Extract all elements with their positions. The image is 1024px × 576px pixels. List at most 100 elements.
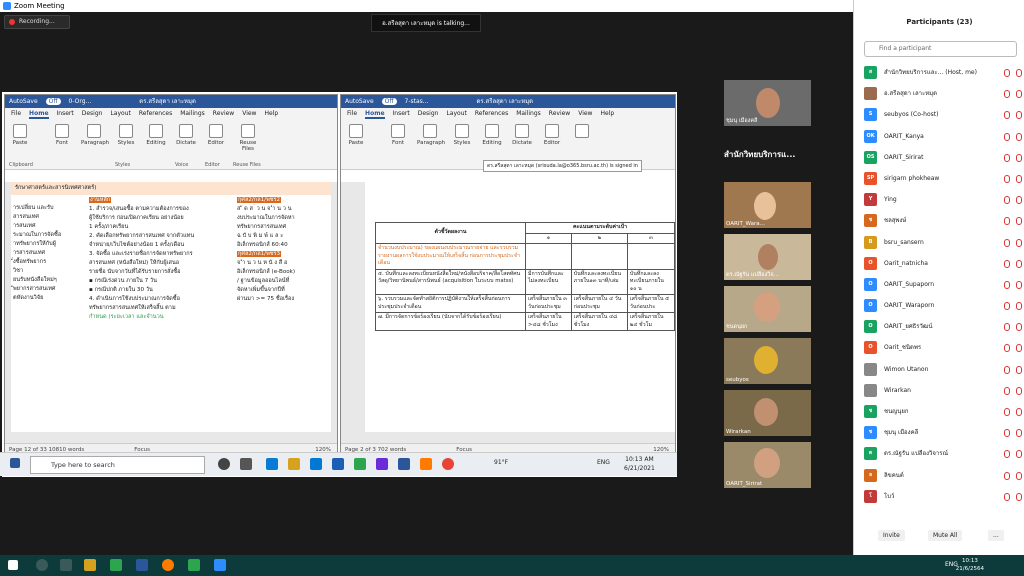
paragraph-button[interactable]: Paragraph xyxy=(81,124,109,146)
tab-mailings[interactable]: Mailings xyxy=(180,110,205,117)
participant-row[interactable]: O OARIT_ยศธิรวัฒน์ xyxy=(864,316,1024,337)
participant-row[interactable]: O OARIT_Supaporn xyxy=(864,274,1024,295)
video-tile[interactable]: ชนดนุยก xyxy=(724,286,811,332)
paste-button[interactable]: Paste xyxy=(343,124,369,146)
participant-row[interactable]: ล ลิขคนต์ xyxy=(864,465,1024,486)
participant-row[interactable]: Y Ying xyxy=(864,189,1024,210)
tab-file[interactable]: File xyxy=(347,110,357,117)
taskbar-search[interactable]: Type here to search xyxy=(30,456,205,474)
taskview-icon[interactable] xyxy=(60,559,72,571)
mic-muted-icon[interactable] xyxy=(1004,196,1010,205)
more-button[interactable]: ... xyxy=(988,530,1004,541)
search-icon[interactable] xyxy=(36,559,48,571)
tab-insert[interactable]: Insert xyxy=(57,110,74,117)
styles-button[interactable]: Styles xyxy=(113,124,139,146)
mic-muted-icon[interactable] xyxy=(1004,365,1010,374)
autosave-toggle[interactable]: Off xyxy=(45,98,61,105)
explorer-icon[interactable] xyxy=(288,458,300,470)
participant-search[interactable]: Find a participant xyxy=(864,41,1017,57)
taskbar-clock[interactable]: 10:13 AM 6/21/2021 xyxy=(624,455,655,473)
line-app-icon[interactable] xyxy=(188,559,200,571)
tab-design[interactable]: Design xyxy=(82,110,103,117)
participant-row[interactable]: O Oarit_natnicha xyxy=(864,253,1024,274)
tab-layout[interactable]: Layout xyxy=(110,110,130,117)
video-off-icon[interactable] xyxy=(1016,302,1022,311)
video-off-icon[interactable] xyxy=(1016,450,1022,459)
participant-row[interactable]: โ โบว์ xyxy=(864,486,1024,507)
styles-button[interactable]: Styles xyxy=(449,124,475,146)
video-off-icon[interactable] xyxy=(1016,365,1022,374)
recording-indicator[interactable]: Recording... xyxy=(4,15,70,29)
tab-references[interactable]: References xyxy=(475,110,508,117)
explorer-icon[interactable] xyxy=(84,559,96,571)
tab-review[interactable]: Review xyxy=(549,110,570,117)
video-off-icon[interactable] xyxy=(1016,111,1022,120)
mic-muted-icon[interactable] xyxy=(1004,450,1010,459)
tab-review[interactable]: Review xyxy=(213,110,234,117)
video-tile[interactable]: OARIT_Wara... xyxy=(724,182,811,228)
editing-button[interactable]: Editing xyxy=(479,124,505,146)
video-off-icon[interactable] xyxy=(1016,259,1022,268)
participant-row[interactable]: ช ชลสุพงษ์ xyxy=(864,210,1024,231)
mic-muted-icon[interactable] xyxy=(1004,217,1010,226)
participant-row[interactable]: อ.สรีลสุดา เลาะหมุด xyxy=(864,83,1024,104)
video-off-icon[interactable] xyxy=(1016,153,1022,162)
mic-muted-icon[interactable] xyxy=(1004,90,1010,99)
font-button[interactable]: Font xyxy=(385,124,411,146)
tab-references[interactable]: References xyxy=(139,110,172,117)
mic-muted-icon[interactable] xyxy=(1004,323,1010,332)
tab-design[interactable]: Design xyxy=(418,110,439,117)
mic-muted-icon[interactable] xyxy=(1004,259,1010,268)
tab-home[interactable]: Home xyxy=(365,110,385,119)
editing-button[interactable]: Editing xyxy=(143,124,169,146)
video-tile[interactable]: ชุมนุ เมืองคลี xyxy=(724,80,811,126)
word-icon[interactable] xyxy=(398,458,410,470)
paragraph-button[interactable]: Paragraph xyxy=(417,124,445,146)
participant-row[interactable]: ช ชุมนุ เมืองคลี xyxy=(864,422,1024,443)
tab-mailings[interactable]: Mailings xyxy=(516,110,541,117)
tab-help[interactable]: Help xyxy=(600,110,614,117)
dictate-button[interactable]: Dictate xyxy=(173,124,199,146)
participant-row[interactable]: SP sirigarn phokheaw xyxy=(864,168,1024,189)
mic-muted-icon[interactable] xyxy=(1004,471,1010,480)
tab-file[interactable]: File xyxy=(11,110,21,117)
zoom-icon[interactable] xyxy=(214,559,226,571)
video-off-icon[interactable] xyxy=(1016,217,1022,226)
participant-row[interactable]: ช ชนญนุยก xyxy=(864,401,1024,422)
video-off-icon[interactable] xyxy=(1016,69,1022,77)
mic-muted-icon[interactable] xyxy=(1004,238,1010,247)
mic-muted-icon[interactable] xyxy=(1004,302,1010,311)
mic-muted-icon[interactable] xyxy=(1004,492,1010,501)
mic-muted-icon[interactable] xyxy=(1004,408,1010,416)
participant-row[interactable]: O Oarit_ชนิดพร xyxy=(864,337,1024,358)
video-tile[interactable]: seubyos xyxy=(724,338,811,384)
video-off-icon[interactable] xyxy=(1016,280,1022,289)
mic-muted-icon[interactable] xyxy=(1004,174,1010,183)
firefox-icon[interactable] xyxy=(420,458,432,470)
taskview-icon[interactable] xyxy=(240,458,252,470)
video-tile[interactable]: ดร.ณัฐรัน แปลืองวิจ... xyxy=(724,234,811,280)
mute-all-button[interactable]: Mute All xyxy=(928,530,963,541)
document-area[interactable]: รักษาศาสตร์และสารนิเทศศาสตร์) ารเปลี่ยน … xyxy=(5,182,337,443)
participant-row[interactable]: Wimon Utanon xyxy=(864,359,1024,380)
participant-row[interactable]: OK OARIT_Kanya xyxy=(864,126,1024,147)
photos-icon[interactable] xyxy=(332,458,344,470)
tab-insert[interactable]: Insert xyxy=(393,110,410,117)
participant-row[interactable]: ส สำนักวิทยบริการและ... (Host, me) xyxy=(864,62,1024,83)
windows-start-icon[interactable] xyxy=(8,560,18,570)
firefox-icon[interactable] xyxy=(162,559,174,571)
edge-icon[interactable] xyxy=(266,458,278,470)
participant-row[interactable]: O OARIT_Waraporn xyxy=(864,295,1024,316)
mail-icon[interactable] xyxy=(310,458,322,470)
tab-help[interactable]: Help xyxy=(264,110,278,117)
video-off-icon[interactable] xyxy=(1016,238,1022,247)
teams-icon[interactable] xyxy=(376,458,388,470)
video-off-icon[interactable] xyxy=(1016,323,1022,332)
windows-clock[interactable]: 10:13 21/6/2564 xyxy=(956,557,984,573)
video-off-icon[interactable] xyxy=(1016,132,1022,141)
chrome-icon[interactable] xyxy=(442,458,454,470)
reuse-files-button[interactable] xyxy=(569,124,595,140)
document-area[interactable]: ตัวชี้วัดผลงาน คะแนนตามระดับค่าเป้า ๑๒๓ จ… xyxy=(341,182,675,443)
paste-button[interactable]: Paste xyxy=(7,124,33,146)
video-off-icon[interactable] xyxy=(1016,386,1022,395)
